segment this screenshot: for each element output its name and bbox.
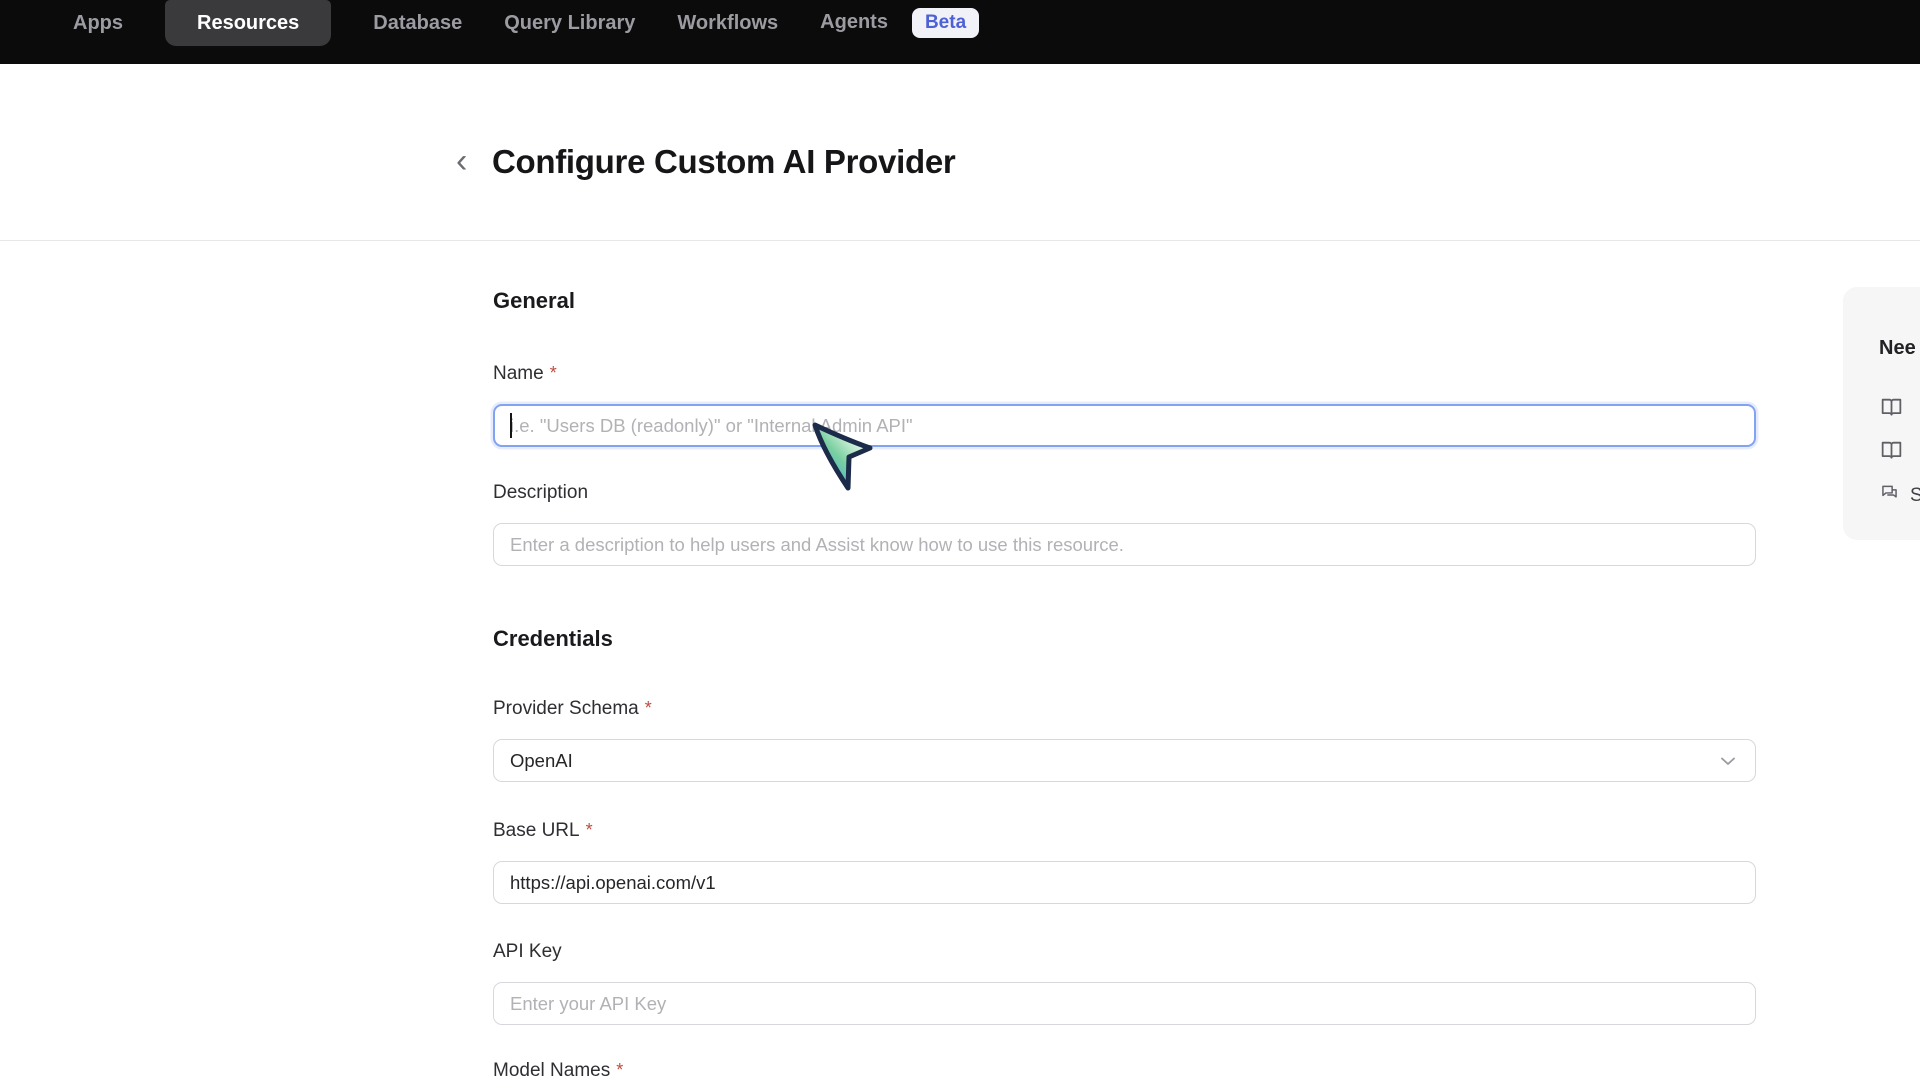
field-description: Description <box>493 481 1756 566</box>
help-panel-heading: Nee <box>1879 337 1920 359</box>
field-description-label: Description <box>493 481 1756 505</box>
nav-item-apps[interactable]: Apps <box>73 12 123 35</box>
help-link-support[interactable]: S <box>1879 482 1920 509</box>
required-asterisk: * <box>586 819 593 841</box>
text-caret <box>510 413 512 438</box>
field-api-key: API Key <box>493 940 1756 1025</box>
field-provider-schema-label: Provider Schema * <box>493 697 1756 721</box>
field-provider-schema: Provider Schema * OpenAI <box>493 697 1756 782</box>
back-button[interactable]: ‹ <box>448 142 475 180</box>
beta-badge: Beta <box>912 8 979 39</box>
field-base-url: Base URL * <box>493 819 1756 904</box>
section-heading-credentials: Credentials <box>493 626 1756 652</box>
help-link-docs-2[interactable] <box>1879 438 1920 469</box>
name-input-wrap <box>493 404 1756 447</box>
resource-form: General Name * Description Credentials P… <box>493 240 1756 1080</box>
help-panel: Nee <box>1843 287 1920 540</box>
app-window: Apps Resources Database Query Library Wo… <box>0 0 1920 1080</box>
provider-schema-select[interactable]: OpenAI <box>493 739 1756 782</box>
field-model-names-label-text: Model Names <box>493 1059 610 1080</box>
book-icon <box>1879 395 1904 426</box>
required-asterisk: * <box>616 1059 623 1080</box>
nav-item-database[interactable]: Database <box>373 12 462 35</box>
field-api-key-label: API Key <box>493 940 1756 964</box>
provider-schema-selected-value: OpenAI <box>510 750 573 772</box>
description-input[interactable] <box>493 523 1756 566</box>
chat-icon <box>1879 482 1900 509</box>
field-api-key-label-text: API Key <box>493 940 562 964</box>
field-name-label: Name * <box>493 362 1756 386</box>
book-icon <box>1879 438 1904 469</box>
field-model-names-label: Model Names * <box>493 1059 1756 1080</box>
top-nav-items: Apps Resources Database Query Library Wo… <box>73 0 979 46</box>
required-asterisk: * <box>550 362 557 384</box>
chevron-down-icon <box>1717 750 1739 772</box>
name-input[interactable] <box>493 404 1756 447</box>
page-title: Configure Custom AI Provider <box>492 142 955 182</box>
section-heading-general: General <box>493 288 1756 314</box>
field-description-label-text: Description <box>493 481 588 505</box>
help-link-docs-1[interactable] <box>1879 395 1920 426</box>
nav-item-workflows[interactable]: Workflows <box>677 12 778 35</box>
api-key-input[interactable] <box>493 982 1756 1025</box>
field-model-names: Model Names * <box>493 1059 1756 1080</box>
field-name-label-text: Name <box>493 362 544 386</box>
base-url-input[interactable] <box>493 861 1756 904</box>
nav-item-agents[interactable]: Agents Beta <box>820 8 979 39</box>
field-base-url-label-text: Base URL <box>493 819 580 843</box>
field-name: Name * <box>493 362 1756 447</box>
top-nav: Apps Resources Database Query Library Wo… <box>0 0 1920 64</box>
help-link-support-label: S <box>1910 485 1920 507</box>
field-provider-schema-label-text: Provider Schema <box>493 697 639 721</box>
nav-item-resources-active[interactable]: Resources <box>165 0 331 46</box>
nav-item-query-library[interactable]: Query Library <box>504 12 635 35</box>
field-base-url-label: Base URL * <box>493 819 1756 843</box>
required-asterisk: * <box>645 697 652 719</box>
nav-item-agents-label: Agents <box>820 11 888 34</box>
